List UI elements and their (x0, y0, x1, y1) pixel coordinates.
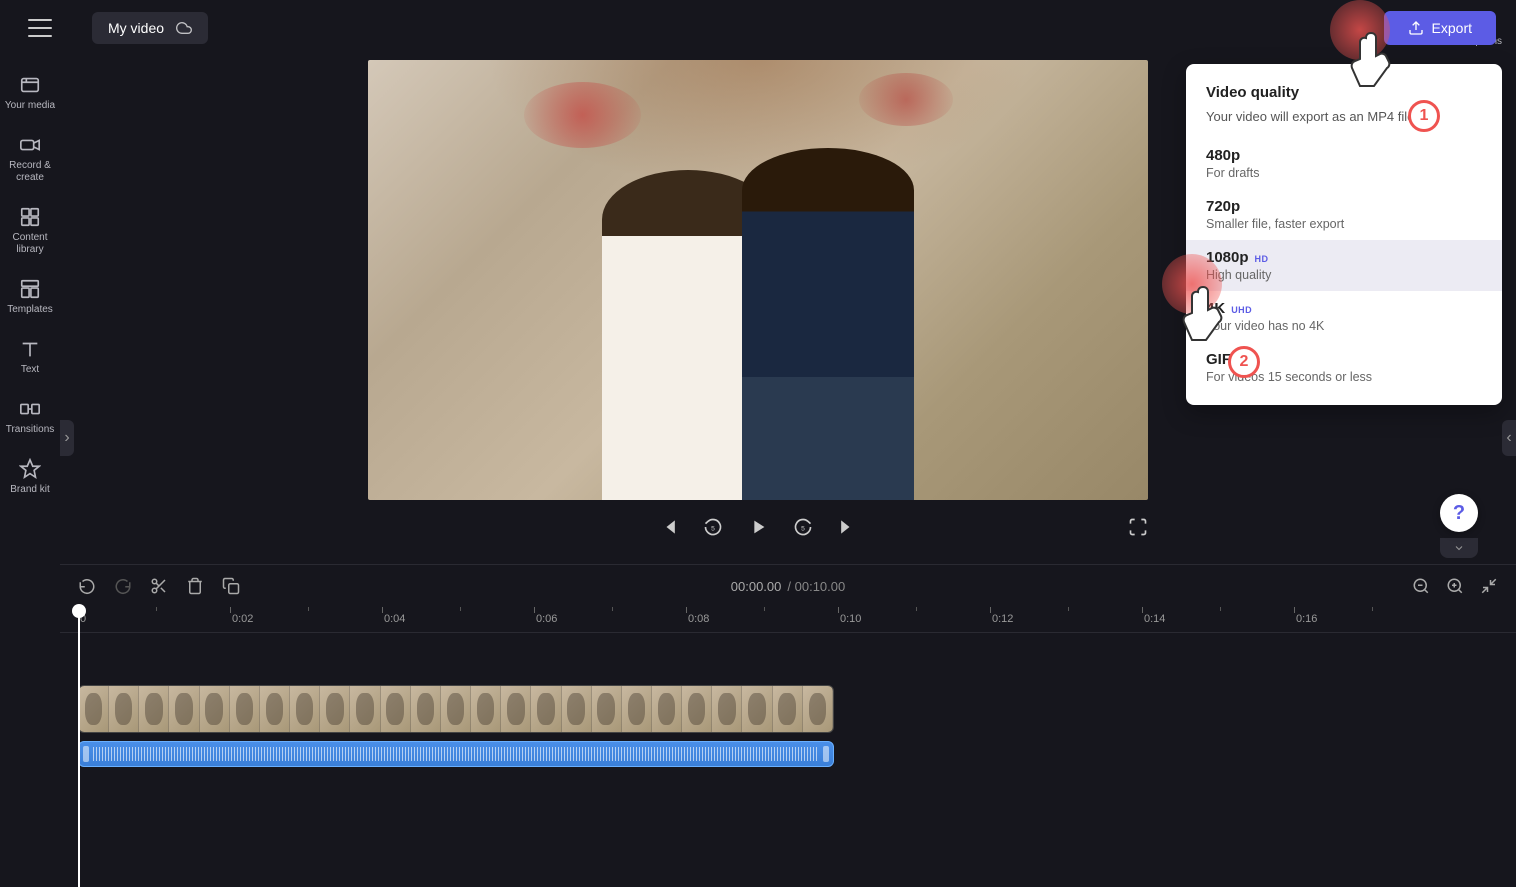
export-button-label: Export (1432, 20, 1472, 36)
export-dropdown-subtitle: Your video will export as an MP4 file (1186, 109, 1502, 138)
svg-text:5: 5 (711, 525, 715, 532)
sidebar-text[interactable]: Text (2, 338, 58, 376)
ruler-tick: 0:14 (1144, 613, 1165, 625)
transitions-icon (19, 398, 41, 420)
undo-icon[interactable] (78, 577, 96, 595)
media-icon (19, 74, 41, 96)
playhead[interactable] (78, 607, 80, 887)
clip-handle-left[interactable] (83, 746, 89, 762)
fullscreen-icon[interactable] (1128, 517, 1148, 537)
cloud-sync-icon (176, 20, 192, 36)
sidebar-transitions[interactable]: Transitions (2, 398, 58, 436)
ruler-tick: 0:04 (384, 613, 405, 625)
rewind-5-icon[interactable]: 5 (703, 517, 723, 537)
project-title[interactable]: My video (92, 12, 208, 44)
library-icon (19, 206, 41, 228)
redo-icon[interactable] (114, 577, 132, 595)
export-dropdown-title: Video quality (1186, 84, 1502, 109)
timeline-time-display: 00:00.00 / 00:10.00 (731, 579, 845, 594)
trash-icon[interactable] (186, 577, 204, 595)
video-scene (368, 60, 1148, 500)
fit-icon[interactable] (1480, 577, 1498, 595)
right-panel-expand[interactable]: ‹ (1502, 420, 1516, 456)
panel-collapse-toggle[interactable] (1440, 538, 1478, 558)
templates-icon (19, 278, 41, 300)
tutorial-cursor-1 (1346, 30, 1404, 102)
sidebar-templates[interactable]: Templates (2, 278, 58, 316)
zoom-in-icon[interactable] (1446, 577, 1464, 595)
chevron-down-icon (1453, 542, 1465, 554)
play-icon[interactable] (747, 516, 769, 538)
upload-icon (1408, 20, 1424, 36)
skip-forward-icon[interactable] (837, 517, 857, 537)
tutorial-step-1: 1 (1408, 100, 1440, 132)
video-track-clip[interactable] (78, 685, 834, 733)
timeline-ruler[interactable]: 00:020:040:060:080:100:120:140:16 (60, 607, 1516, 633)
audio-waveform (93, 747, 819, 761)
help-button[interactable]: ? (1440, 494, 1478, 532)
camera-icon (19, 134, 41, 156)
ruler-tick: 0:16 (1296, 613, 1317, 625)
zoom-out-icon[interactable] (1412, 577, 1430, 595)
duplicate-icon[interactable] (222, 577, 240, 595)
forward-5-icon[interactable]: 5 (793, 517, 813, 537)
tutorial-step-2: 2 (1228, 346, 1260, 378)
skip-back-icon[interactable] (659, 517, 679, 537)
sidebar-your-media[interactable]: Your media (2, 74, 58, 112)
svg-text:5: 5 (801, 525, 805, 532)
hamburger-menu[interactable] (28, 19, 52, 37)
ruler-tick: 0:02 (232, 613, 253, 625)
video-preview[interactable] (368, 60, 1148, 500)
brand-kit-icon (19, 458, 41, 480)
sidebar-record-create[interactable]: Record & create (2, 134, 58, 184)
ruler-tick: 0:06 (536, 613, 557, 625)
ruler-tick: 0:08 (688, 613, 709, 625)
ruler-tick: 0:10 (840, 613, 861, 625)
clip-handle-right[interactable] (823, 746, 829, 762)
project-title-text: My video (108, 20, 164, 36)
ruler-tick: 0:12 (992, 613, 1013, 625)
sidebar-brand-kit[interactable]: Brand kit (2, 458, 58, 496)
current-time: 00:00.00 (731, 579, 782, 594)
tutorial-cursor-2 (1178, 284, 1236, 356)
quality-720p[interactable]: 720p Smaller file, faster export (1186, 189, 1502, 240)
text-icon (19, 338, 41, 360)
quality-480p[interactable]: 480p For drafts (1186, 138, 1502, 189)
scissors-icon[interactable] (150, 577, 168, 595)
sidebar-content-library[interactable]: Content library (2, 206, 58, 256)
audio-track-clip[interactable] (78, 741, 834, 767)
